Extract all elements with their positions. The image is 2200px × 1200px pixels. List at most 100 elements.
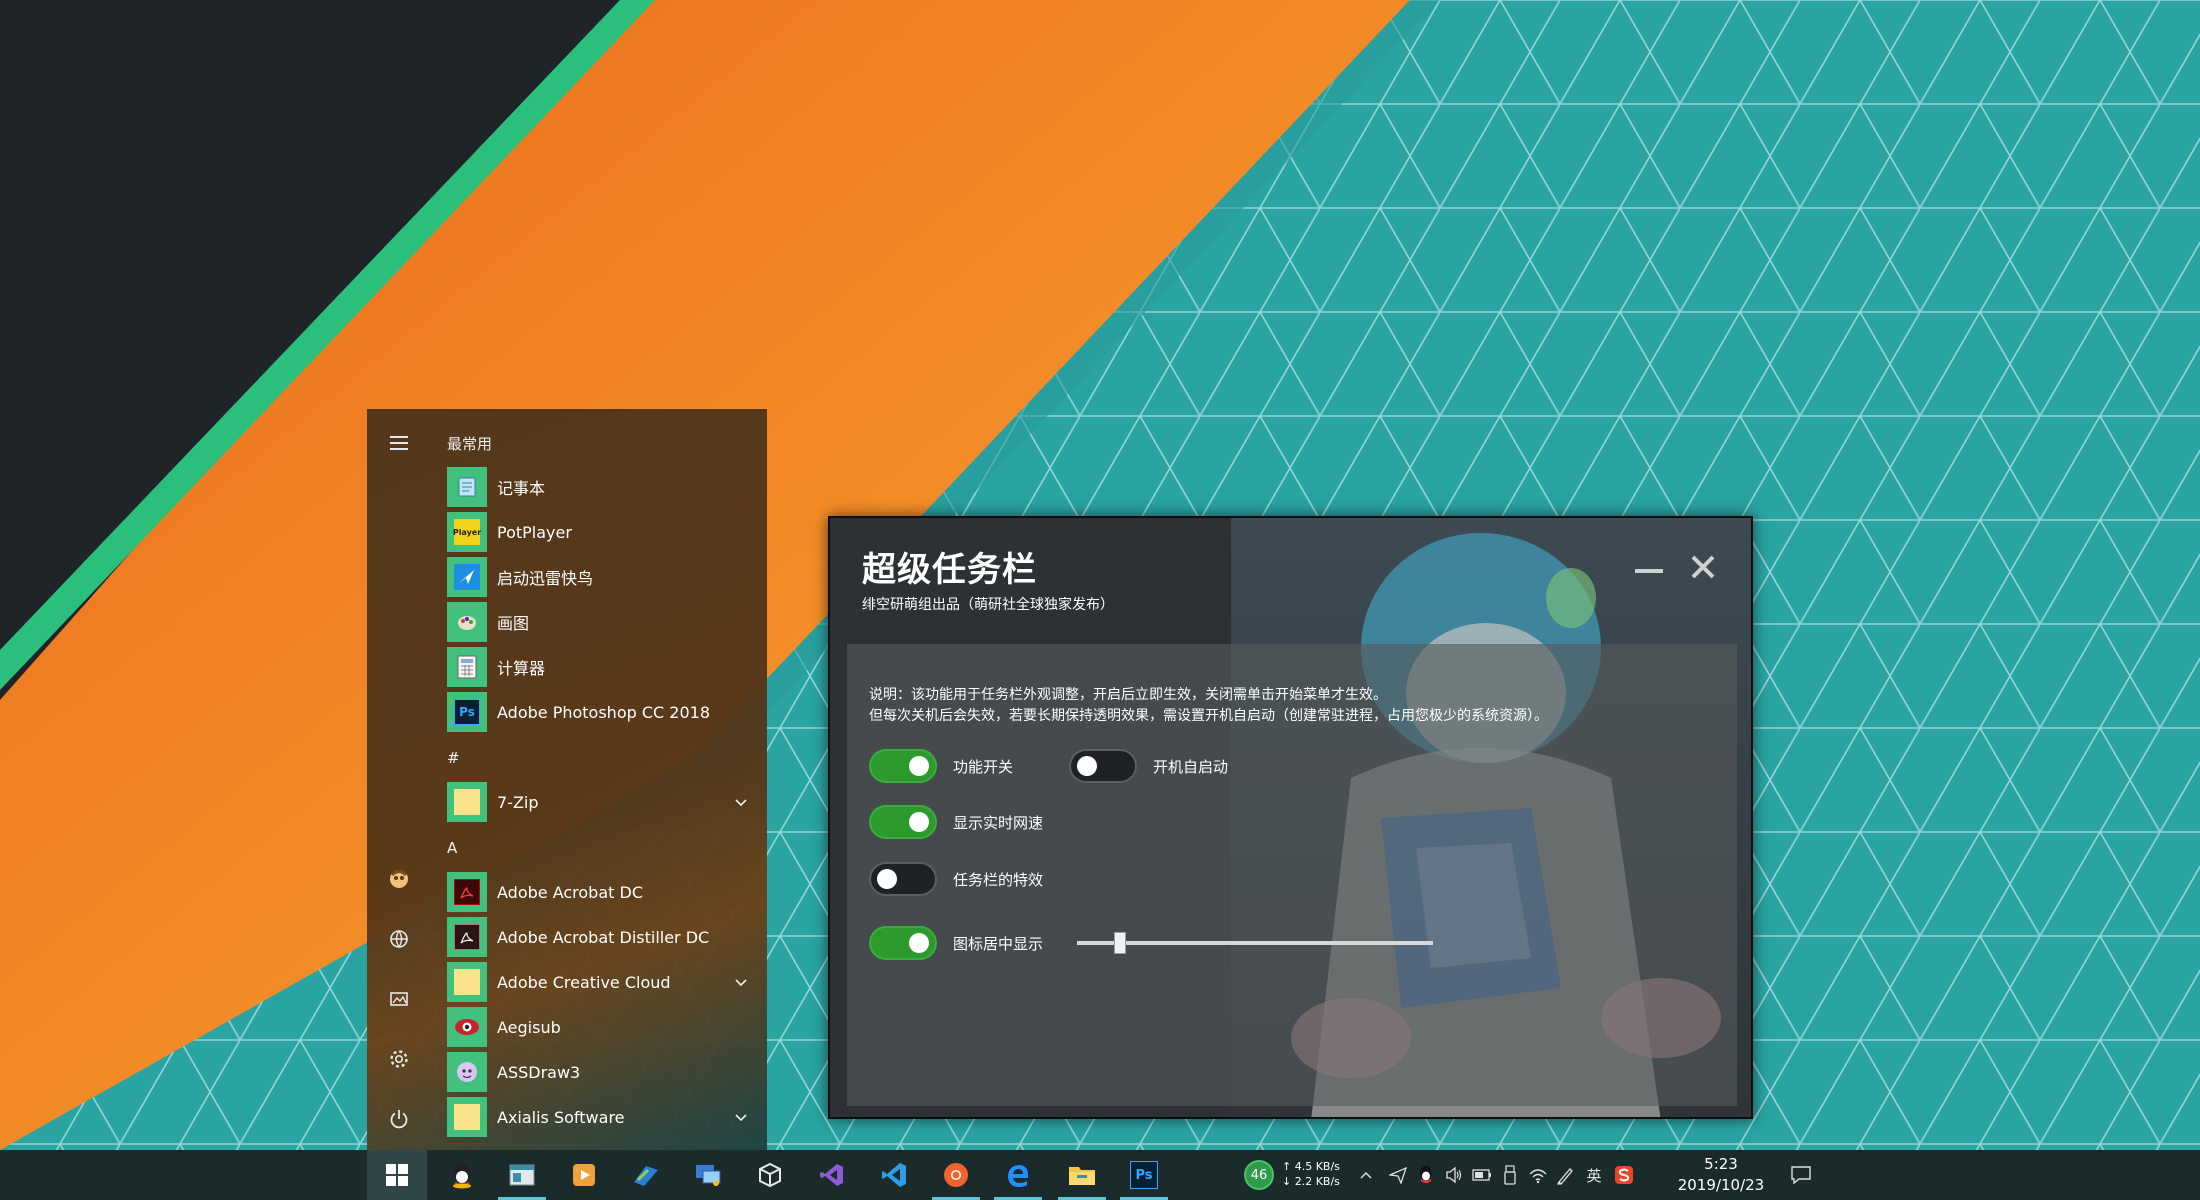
net-monitor-badge[interactable]: 46 [1244,1160,1274,1190]
chrome-icon [942,1161,970,1189]
app-item-thunder-bird[interactable]: 启动迅雷快鸟 [447,556,757,598]
app-item-7zip[interactable]: 7-Zip [447,781,757,823]
thunder-bird-icon [447,557,487,597]
tray-usb[interactable] [1498,1163,1522,1187]
taskbar-qq[interactable] [432,1150,492,1200]
battery-icon [1472,1169,1491,1181]
app-label: PotPlayer [497,522,572,542]
taskbar-vscode[interactable] [864,1150,924,1200]
documents-button[interactable] [379,919,419,959]
super-taskbar-dialog: 超级任务栏 绯空研萌组出品（萌研社全球独家发布） 说明：该功能用于任务栏外观调整… [828,516,1753,1119]
folder-icon [447,782,487,822]
pen-icon [1556,1168,1573,1185]
app-item-acrobat-distiller[interactable]: Adobe Acrobat Distiller DC [447,916,757,958]
media-player-icon [570,1161,598,1189]
photoshop-icon: Ps [447,692,487,732]
hamburger-menu-button[interactable] [379,423,419,463]
start-button[interactable] [367,1150,427,1200]
app-label: 画图 [497,614,530,633]
user-account-button[interactable] [379,859,419,899]
chevron-down-icon[interactable] [731,792,751,812]
app-item-potplayer[interactable]: Player PotPlayer [447,511,757,553]
close-button[interactable] [1686,550,1720,584]
net-speed-toggle[interactable] [869,805,937,839]
download-speed: ↓ 2.2 KB/s [1282,1175,1340,1188]
wifi-icon [1529,1169,1547,1184]
assdraw-icon [447,1052,487,1092]
app-window-icon [508,1161,536,1189]
toggle-knob [877,869,897,889]
pictures-icon [390,992,408,1006]
potplayer-icon: Player [447,512,487,552]
toggle-row-autostart: 开机自启动 [1069,748,1228,784]
taskbar-chrome[interactable] [926,1150,986,1200]
note-line-1: 说明：该功能用于任务栏外观调整，开启后立即生效，关闭需单击开始菜单才生效。 [869,687,1387,703]
app-label: ASSDraw3 [497,1062,581,1082]
tray-qq-icon[interactable] [1414,1163,1438,1187]
taskbar-file-explorer[interactable] [1052,1150,1112,1200]
app-label: Adobe Creative Cloud [497,972,671,992]
tray-ime[interactable]: 英 [1582,1163,1606,1187]
virtualbox-icon [756,1161,784,1189]
globe-document-icon [390,930,408,948]
app-item-notepad[interactable]: 记事本 [447,466,757,508]
minimize-button[interactable] [1632,556,1666,586]
taskbar-effects-toggle[interactable] [869,862,937,896]
tray-battery[interactable] [1470,1163,1494,1187]
system-clock[interactable]: 5:23 2019/10/23 [1666,1154,1776,1196]
notification-icon [1791,1166,1811,1185]
taskbar-app-window[interactable] [492,1150,552,1200]
power-button[interactable] [379,1099,419,1139]
tray-sogou[interactable] [1612,1163,1636,1187]
toggle-knob [909,756,929,776]
note-line-2: 但每次关机后会失效，若要长期保持透明效果，需设置开机自启动（创建常驻进程，占用您… [869,708,1548,724]
section-header-hash[interactable]: # [447,745,460,771]
taskbar-photoshop[interactable]: Ps [1114,1150,1174,1200]
app-item-paint[interactable]: 画图 [447,601,757,643]
center-icons-toggle[interactable] [869,926,937,960]
app-item-acrobat[interactable]: Adobe Acrobat DC [447,871,757,913]
tray-volume[interactable] [1442,1163,1466,1187]
folder-icon [447,1097,487,1137]
taskbar-media-player[interactable] [554,1150,614,1200]
tray-send-icon[interactable] [1386,1163,1410,1187]
settings-button[interactable] [379,1039,419,1079]
action-center-button[interactable] [1776,1150,1826,1200]
chevron-down-icon[interactable] [731,972,751,992]
sogou-icon [1615,1166,1633,1184]
taskbar-virtualbox[interactable] [740,1150,800,1200]
app-label: 启动迅雷快鸟 [497,569,594,588]
app-label: Adobe Photoshop CC 2018 [497,702,710,722]
autostart-toggle[interactable] [1069,749,1137,783]
app-item-assdraw[interactable]: ASSDraw3 [447,1051,757,1093]
taskbar-thunder[interactable] [616,1150,676,1200]
taskbar-visual-studio[interactable] [802,1150,862,1200]
taskbar-edge[interactable] [988,1150,1048,1200]
feature-switch-toggle[interactable] [869,749,937,783]
taskbar-remote-desktop[interactable] [678,1150,738,1200]
app-item-aegisub[interactable]: Aegisub [447,1006,757,1048]
app-item-photoshop[interactable]: Ps Adobe Photoshop CC 2018 [447,691,757,733]
toggle-row-effects: 任务栏的特效 [869,861,1043,897]
tray-pen[interactable] [1554,1163,1578,1187]
toggle-row-feature: 功能开关 [869,748,1013,784]
acrobat-icon [447,872,487,912]
toggle-row-net-speed: 显示实时网速 [869,804,1043,840]
start-app-list: 最常用 记事本 Player PotPlayer 启动迅雷快鸟 画图 计算器 P… [447,409,757,1150]
tray-wifi[interactable] [1526,1163,1550,1187]
toggle-label: 任务栏的特效 [953,870,1044,889]
show-hidden-icons-button[interactable] [1354,1163,1378,1187]
paint-icon [447,602,487,642]
minimize-icon [1635,569,1663,573]
opacity-slider[interactable] [1077,928,1433,958]
toggle-knob [1077,756,1097,776]
slider-thumb[interactable] [1114,932,1126,954]
user-avatar-icon [390,870,408,888]
pictures-button[interactable] [379,979,419,1019]
app-item-calculator[interactable]: 计算器 [447,646,757,688]
slider-track[interactable] [1077,941,1433,945]
app-item-axialis[interactable]: Axialis Software [447,1096,757,1138]
chevron-down-icon[interactable] [731,1107,751,1127]
app-item-creative-cloud[interactable]: Adobe Creative Cloud [447,961,757,1003]
section-header-a[interactable]: A [447,835,457,861]
